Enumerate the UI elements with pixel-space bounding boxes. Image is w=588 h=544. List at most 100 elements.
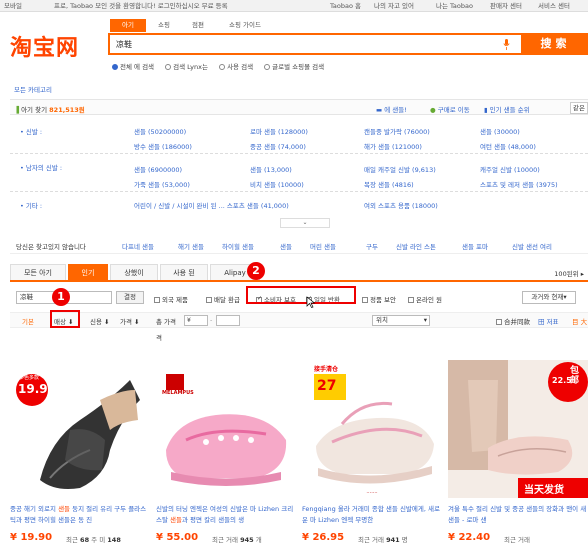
- product-title[interactable]: 신발의 터닝 엔젝은 여성의 신발은 마 Lizhen 크리스탈 샌들과 평면 …: [156, 504, 296, 526]
- product-image[interactable]: 22.5 包邮 当天发货: [448, 360, 588, 498]
- category-link[interactable]: 스포츠 및 레저 샌들 (3975): [480, 179, 558, 189]
- checkbox-foreign[interactable]: 외국 제품: [154, 294, 188, 304]
- checkbox-icon: [362, 297, 368, 303]
- category-row-other: • 기타 : 어린이 / 신발 / 시설이 완비 된 ... 스포츠 샌들 (4…: [10, 196, 588, 216]
- related-link[interactable]: 구두: [366, 241, 378, 251]
- globe-icon: ●: [430, 106, 436, 114]
- category-link[interactable]: 매일 캐주얼 신발 (9,613): [364, 164, 436, 174]
- tab-popular[interactable]: 인기: [68, 264, 108, 280]
- grid-view-button[interactable]: 田 저표: [538, 316, 559, 326]
- search-options: 전체 에 검색 검색 Lynx는 사용 검색 글로벌 쇼핑몰 검색: [112, 61, 333, 71]
- category-link[interactable]: 비치 샌들 (10000): [250, 179, 304, 189]
- promo-top: 接手清仓: [314, 366, 339, 373]
- search-input[interactable]: 凉鞋: [108, 33, 523, 55]
- option-all[interactable]: 전체 에 검색: [112, 63, 154, 71]
- category-link[interactable]: 해가 샌들 (121000): [364, 141, 422, 151]
- category-link[interactable]: 여외 스포츠 용품 (18000): [364, 200, 438, 210]
- category-link[interactable]: 복장 샌들 (4816): [364, 179, 414, 189]
- topbar-mobile-link[interactable]: 모바일: [4, 0, 22, 10]
- tab-all-items[interactable]: 모든 아기: [10, 264, 66, 280]
- location-select[interactable]: 위치 ▾: [372, 315, 430, 326]
- result-pages[interactable]: 100된위 ▸: [554, 268, 584, 278]
- tab-guide[interactable]: 쇼핑 가이드: [220, 19, 270, 32]
- related-link[interactable]: 신발 라인 스톤: [396, 241, 436, 251]
- expand-categories-button[interactable]: ⌄: [280, 218, 330, 228]
- sort-price[interactable]: 가격 ⬇: [120, 316, 139, 326]
- option-global[interactable]: 글로벌 쇼핑몰 검색: [264, 63, 324, 71]
- related-link[interactable]: 다프네 샌들: [122, 241, 154, 251]
- microphone-icon[interactable]: [503, 39, 510, 50]
- merge-same-toggle[interactable]: 合并同款: [496, 316, 530, 326]
- breadcrumb[interactable]: 모든 카테고리: [14, 84, 52, 94]
- refine-go-button[interactable]: 결정: [116, 291, 144, 304]
- tab-mall[interactable]: 상했이: [110, 264, 158, 280]
- list-view-button[interactable]: 目 大: [572, 316, 587, 326]
- category-link[interactable]: 캔들중 발가락 (76000): [364, 126, 430, 136]
- tab-baby[interactable]: 아기: [110, 19, 146, 32]
- category-link[interactable]: 여턴 샌들 (48,000): [480, 141, 536, 151]
- related-link[interactable]: 해기 샌들: [178, 241, 204, 251]
- sort-credit[interactable]: 신용 ⬇: [90, 316, 109, 326]
- related-link[interactable]: 하이힐 샌들: [222, 241, 254, 251]
- link-ranking[interactable]: ▮ 인기 샌들 순위: [484, 104, 530, 114]
- product-photo-shoe-pink: [156, 360, 296, 498]
- product-sold: 최근 68 주 미 148: [66, 536, 121, 544]
- category-link[interactable]: 캐주얼 신발 (10000): [480, 164, 540, 174]
- category-link[interactable]: 샌들 (6900000): [134, 164, 182, 174]
- related-link[interactable]: 신발 샌선 여리: [512, 241, 552, 251]
- price-dash: -: [210, 316, 213, 324]
- category-link[interactable]: 방수 샌들 (186000): [134, 141, 192, 151]
- category-row-mens: • 남자의 신발 : 샌들 (6900000) 샌들 (13,000) 매일 캐…: [10, 158, 588, 192]
- result-count-bar: ▐ 아기 찾기 821,513원 ▬ 에 샌들! ● 구매로 이동 ▮ 인기 샌…: [10, 99, 588, 115]
- checkbox-delivery[interactable]: 배달 환급: [206, 294, 240, 304]
- category-link[interactable]: 가죽 샌들 (53,000): [134, 179, 190, 189]
- related-link[interactable]: 머린 샌들: [310, 241, 336, 251]
- topbar-home-link[interactable]: Taobao 홈: [330, 0, 361, 10]
- product-image[interactable]: 多色多款 19.9: [10, 360, 150, 498]
- category-link[interactable]: 어린이 / 신발 / 시설이 완비 된 ... 스포츠 샌들 (41,000): [134, 200, 289, 210]
- category-link[interactable]: 로마 샌들 (128000): [250, 126, 308, 136]
- related-link[interactable]: 샌들: [280, 241, 292, 251]
- checkbox-genuine[interactable]: 정품 보안: [362, 294, 396, 304]
- tab-shopping[interactable]: 쇼핑: [148, 19, 180, 32]
- product-title[interactable]: Fengqiang 올라 거래미 종합 샌들 신발에게, 새로운 마 Lizhe…: [302, 504, 442, 526]
- category-label: • 남자의 신발 :: [20, 164, 63, 172]
- link-buy[interactable]: ● 구매로 이동: [430, 104, 470, 114]
- taobao-logo[interactable]: 淘宝网: [10, 30, 79, 62]
- category-link[interactable]: 샌들 (50200000): [134, 126, 186, 136]
- annotation-box-2: [246, 286, 356, 304]
- option-lynx[interactable]: 검색 Lynx는: [165, 63, 208, 71]
- category-link[interactable]: 샌들 (13,000): [250, 164, 292, 174]
- product-title[interactable]: 겨울 특수 절리 신발 및 중공 샌들의 장화과 맨이 새 샌들 - 로마 샌: [448, 504, 588, 526]
- option-used[interactable]: 사용 검색: [219, 63, 253, 71]
- chevron-down-icon: ⌄: [302, 219, 308, 226]
- related-prefix: 당신은 찾고있지 않습니다: [16, 243, 86, 251]
- related-link[interactable]: 샌들 포마: [462, 241, 488, 251]
- annotation-badge-2: 2: [247, 262, 265, 280]
- category-link[interactable]: 중공 샌들 (74,000): [250, 141, 306, 151]
- link-sandals[interactable]: ▬ 에 샌들!: [376, 104, 407, 114]
- filter-tabs: 모든 아기 인기 상했이 사용 된 Alipay 100된위 ▸: [10, 264, 588, 282]
- price-to-input[interactable]: [216, 315, 240, 326]
- topbar-seller-link[interactable]: 판매자 센터: [490, 0, 522, 10]
- category-row-shoes: • 신발 : 샌들 (50200000) 로마 샌들 (128000) 캔들중 …: [10, 122, 588, 154]
- topbar-my-link[interactable]: 나의 자고 있어: [374, 0, 414, 10]
- price-from-input[interactable]: ¥: [184, 315, 208, 326]
- sort-select[interactable]: 과거와 현재▾: [522, 291, 576, 304]
- product-price: ¥ 26.95: [302, 532, 345, 543]
- topbar-mytaobao-link[interactable]: 나는 Taobao: [436, 0, 473, 10]
- mini-search-input[interactable]: 같은: [570, 102, 588, 114]
- sort-total-price[interactable]: 총 가격: [156, 316, 176, 326]
- tab-used[interactable]: 사용 된: [160, 264, 208, 280]
- product-image[interactable]: MELAMPUS: [156, 360, 296, 498]
- category-link[interactable]: 샌들 (30000): [480, 126, 520, 136]
- checkbox-online[interactable]: 온라인 원: [408, 294, 442, 304]
- promo-price: 27: [317, 378, 337, 394]
- product-image[interactable]: ······· 接手清仓 27: [302, 360, 442, 498]
- topbar-service-link[interactable]: 서비스 센터: [538, 0, 570, 10]
- product-title[interactable]: 중공 해기 외로지 샌들 둥지 절리 유리 구두 플라스틱과 평면 하이힐 샌들…: [10, 504, 150, 526]
- result-count: 821,513원: [49, 106, 85, 114]
- tab-store[interactable]: 점편: [182, 19, 214, 32]
- sort-default[interactable]: 기본: [22, 316, 34, 326]
- search-button[interactable]: 搜索: [523, 33, 588, 55]
